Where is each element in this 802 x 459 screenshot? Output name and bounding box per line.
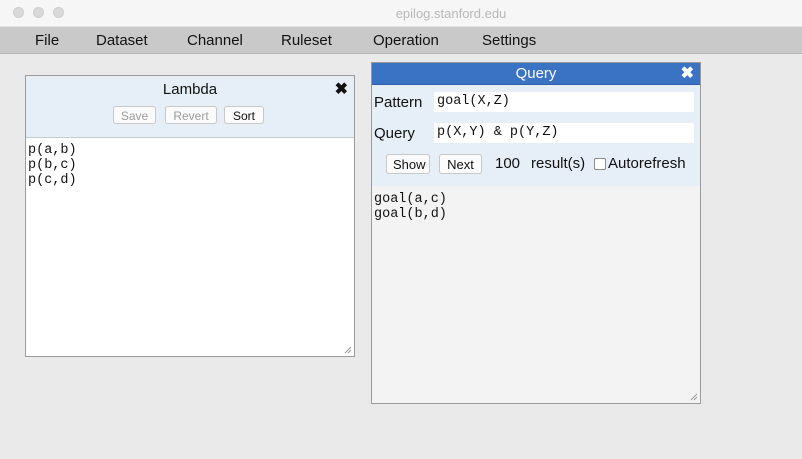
menu-ruleset[interactable]: Ruleset [281, 32, 332, 49]
query-controls: Pattern goal(X,Z) Query p(X,Y) & p(Y,Z) … [372, 85, 700, 187]
autorefresh-label: Autorefresh [608, 155, 686, 172]
pattern-input[interactable]: goal(X,Z) [434, 92, 694, 112]
revert-button[interactable]: Revert [165, 106, 217, 124]
close-icon[interactable]: ✖ [335, 82, 348, 98]
query-label: Query [374, 125, 415, 142]
sort-button[interactable]: Sort [224, 106, 264, 124]
results-textarea[interactable]: goal(a,c) goal(b,d) [372, 186, 700, 403]
query-panel-title: Query [515, 65, 557, 82]
save-button[interactable]: Save [113, 106, 156, 124]
menu-operation[interactable]: Operation [373, 32, 439, 49]
lambda-panel-title: Lambda [162, 81, 218, 98]
query-input[interactable]: p(X,Y) & p(Y,Z) [434, 123, 694, 143]
window-title: epilog.stanford.edu [395, 6, 507, 21]
menu-bar: File Dataset Channel Ruleset Operation S… [0, 27, 802, 54]
lambda-panel-header: Lambda ✖ Save Revert Sort [26, 76, 354, 138]
autorefresh-checkbox[interactable] [594, 158, 606, 170]
show-button[interactable]: Show [386, 154, 430, 174]
lambda-panel: Lambda ✖ Save Revert Sort p(a,b) p(b,c) … [25, 75, 355, 357]
window-title-bar: epilog.stanford.edu [0, 0, 802, 27]
menu-dataset[interactable]: Dataset [96, 32, 148, 49]
resize-grip-icon[interactable] [690, 393, 698, 401]
close-icon[interactable]: ✖ [681, 66, 694, 82]
query-panel: Query ✖ Pattern goal(X,Z) Query p(X,Y) &… [371, 62, 701, 404]
next-button[interactable]: Next [439, 154, 482, 174]
menu-settings[interactable]: Settings [482, 32, 536, 49]
lambda-textarea[interactable]: p(a,b) p(b,c) p(c,d) [26, 137, 354, 356]
results-label: result(s) [531, 155, 586, 172]
menu-file[interactable]: File [35, 32, 59, 49]
query-panel-header: Query ✖ [372, 63, 700, 85]
result-count-field[interactable]: 100 [495, 155, 520, 172]
resize-grip-icon[interactable] [344, 346, 352, 354]
menu-channel[interactable]: Channel [187, 32, 243, 49]
pattern-label: Pattern [374, 94, 423, 111]
